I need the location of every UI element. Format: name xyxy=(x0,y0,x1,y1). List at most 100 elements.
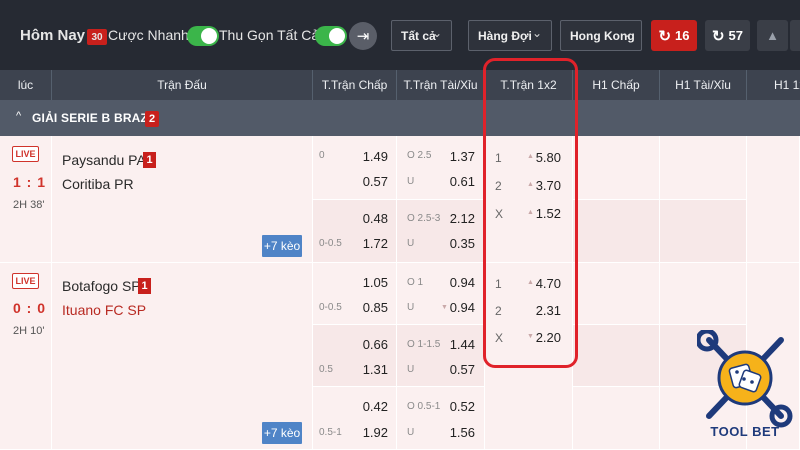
under-line: U xyxy=(407,364,415,375)
odds-value[interactable]: 2.20 xyxy=(536,330,561,345)
col-ft-handicap: T.Trận Chấp xyxy=(313,70,397,100)
red-card-badge: 1 xyxy=(143,152,156,168)
odds-value[interactable]: 1.05 xyxy=(363,275,388,290)
h1-over-under-cell[interactable] xyxy=(660,263,747,325)
today-tab[interactable]: Hôm Nay xyxy=(20,0,85,70)
odds-value[interactable]: 1.92 xyxy=(363,425,388,440)
outcome-home: 1 xyxy=(495,151,502,165)
odds-value[interactable]: 0.52 xyxy=(450,399,475,414)
more-bets-button[interactable]: +7 kèo xyxy=(262,235,302,257)
under-line: U xyxy=(407,176,415,187)
arrow-down-icon: ▼ xyxy=(527,333,534,340)
odds-value[interactable]: 5.80 xyxy=(536,150,561,165)
more-icon[interactable] xyxy=(790,20,800,51)
odds-value[interactable]: 0.57 xyxy=(450,362,475,377)
over-under-cell[interactable]: O 1 0.94 U ▼ 0.94 xyxy=(397,263,485,325)
match-1-time-cell: LIVE 1 : 1 2H 38' xyxy=(0,136,52,263)
arrow-down-icon: ▼ xyxy=(441,304,448,311)
bell-icon[interactable]: ▲ xyxy=(757,20,788,51)
chevron-up-icon[interactable]: ^ xyxy=(16,110,21,122)
handicap-line: 0.5 xyxy=(319,364,333,375)
odds-value[interactable]: 2.12 xyxy=(450,211,475,226)
chevron-down-icon: ⌄ xyxy=(621,26,632,40)
odds-value[interactable]: 1.49 xyxy=(363,149,388,164)
odds-value[interactable]: 3.70 xyxy=(536,178,561,193)
away-team[interactable]: Ituano FC SP xyxy=(62,302,146,318)
odds-value[interactable]: 0.66 xyxy=(363,337,388,352)
handicap-line: 0.5-1 xyxy=(319,427,342,438)
odds-format-dropdown[interactable]: Hong Kong ⌄ xyxy=(560,20,642,51)
live-counter-button[interactable]: ↻ 16 xyxy=(651,20,697,51)
col-ft-over-under: T.Trận Tài/Xỉu xyxy=(397,70,485,100)
odds-value[interactable]: 1.37 xyxy=(450,149,475,164)
match-2-teams-cell[interactable]: Botafogo SP 1 Ituano FC SP +7 kèo xyxy=(52,263,313,450)
live-badge: LIVE xyxy=(12,146,39,162)
match-1-teams-cell[interactable]: Paysandu PA 1 Coritiba PR +7 kèo xyxy=(52,136,313,263)
h1-over-under-cell[interactable] xyxy=(660,200,747,263)
odds-value[interactable]: 4.70 xyxy=(536,276,561,291)
h1-handicap-cell[interactable] xyxy=(573,136,660,200)
odds-value[interactable]: 1.56 xyxy=(450,425,475,440)
odds-value[interactable]: 0.35 xyxy=(450,236,475,251)
match-1-1x2-cell[interactable]: 1 ▲ 5.80 2 ▲ 3.70 X ▲ 1.52 xyxy=(485,136,573,263)
handicap-cell[interactable]: 0.48 0-0.5 1.72 xyxy=(313,200,397,263)
more-bets-button[interactable]: +7 kèo xyxy=(262,422,302,444)
collapse-all-toggle[interactable] xyxy=(315,26,347,46)
h1-over-under-cell[interactable] xyxy=(660,136,747,200)
over-under-cell[interactable]: O 2.5 1.37 U 0.61 xyxy=(397,136,485,200)
outcome-away: 2 xyxy=(495,304,502,318)
live-count: 16 xyxy=(675,28,690,43)
odds-value[interactable]: 1.44 xyxy=(450,337,475,352)
handicap-cell[interactable]: 1.05 0-0.5 0.85 xyxy=(313,263,397,325)
matches-table: LIVE 1 : 1 2H 38' Paysandu PA 1 Coritiba… xyxy=(0,136,800,450)
refresh-icon: ↻ xyxy=(711,27,725,45)
h1-handicap-cell[interactable] xyxy=(573,263,660,325)
h1-handicap-cell[interactable] xyxy=(573,387,660,450)
odds-value[interactable]: 0.42 xyxy=(363,399,388,414)
h1-1x2-cell[interactable] xyxy=(747,136,800,263)
column-header-row: lúc Trận Đấu T.Trận Chấp T.Trận Tài/Xỉu … xyxy=(0,70,800,100)
match-time: 2H 38' xyxy=(13,199,45,211)
league-row[interactable]: ^ GIẢI SERIE B BRAZIL 2 xyxy=(0,100,800,136)
under-line: U xyxy=(407,238,415,249)
odds-value[interactable]: 0.48 xyxy=(363,211,388,226)
odds-value[interactable]: 0.61 xyxy=(450,174,475,189)
odds-value[interactable]: 1.72 xyxy=(363,236,388,251)
chevron-down-icon: ⌄ xyxy=(431,26,442,40)
arrow-up-icon: ▲ xyxy=(527,279,534,286)
watermark-text: TOOL BET xyxy=(710,424,780,439)
outcome-home: 1 xyxy=(495,277,502,291)
top-toolbar: Hôm Nay 30 Cược Nhanh Thu Gọn Tất Cả ⇥ T… xyxy=(0,0,800,70)
swap-icon[interactable]: ⇥ xyxy=(349,22,377,50)
odds-value[interactable]: 1.31 xyxy=(363,362,388,377)
h1-handicap-cell[interactable] xyxy=(573,325,660,387)
over-line: O 2.5 xyxy=(407,150,432,161)
filter-all-value: Tất cả xyxy=(401,28,436,43)
filter-all-dropdown[interactable]: Tất cả ⌄ xyxy=(391,20,452,51)
odds-value[interactable]: 0.85 xyxy=(363,300,388,315)
odds-value[interactable]: 0.94 xyxy=(450,300,475,315)
fast-bets-toggle[interactable] xyxy=(187,26,219,46)
over-under-cell[interactable]: O 2.5-3 2.12 U 0.35 xyxy=(397,200,485,263)
refresh-counter-button[interactable]: ↻ 57 xyxy=(705,20,750,51)
queue-dropdown[interactable]: Hàng Đợi ⌄ xyxy=(468,20,552,51)
match-2-1x2-cell[interactable]: 1 ▲ 4.70 2 2.31 X ▼ 2.20 xyxy=(485,263,573,450)
handicap-cell[interactable]: 0 1.49 0.57 xyxy=(313,136,397,200)
under-line: U xyxy=(407,427,415,438)
odds-value[interactable]: 0.94 xyxy=(450,275,475,290)
chevron-down-icon: ⌄ xyxy=(531,26,542,40)
away-team[interactable]: Coritiba PR xyxy=(62,176,134,192)
home-team[interactable]: Paysandu PA xyxy=(62,152,146,168)
handicap-line: 0 xyxy=(319,150,325,161)
handicap-cell[interactable]: 0.42 0.5-1 1.92 xyxy=(313,387,397,450)
outcome-draw: X xyxy=(495,331,504,345)
handicap-cell[interactable]: 0.66 0.5 1.31 xyxy=(313,325,397,387)
outcome-draw: X xyxy=(495,207,504,221)
over-under-cell[interactable]: O 1-1.5 1.44 U 0.57 xyxy=(397,325,485,387)
odds-value[interactable]: 2.31 xyxy=(536,303,561,318)
h1-handicap-cell[interactable] xyxy=(573,200,660,263)
home-team[interactable]: Botafogo SP xyxy=(62,278,141,294)
odds-value[interactable]: 1.52 xyxy=(536,206,561,221)
odds-value[interactable]: 0.57 xyxy=(363,174,388,189)
over-under-cell[interactable]: O 0.5-1 0.52 U 1.56 xyxy=(397,387,485,450)
